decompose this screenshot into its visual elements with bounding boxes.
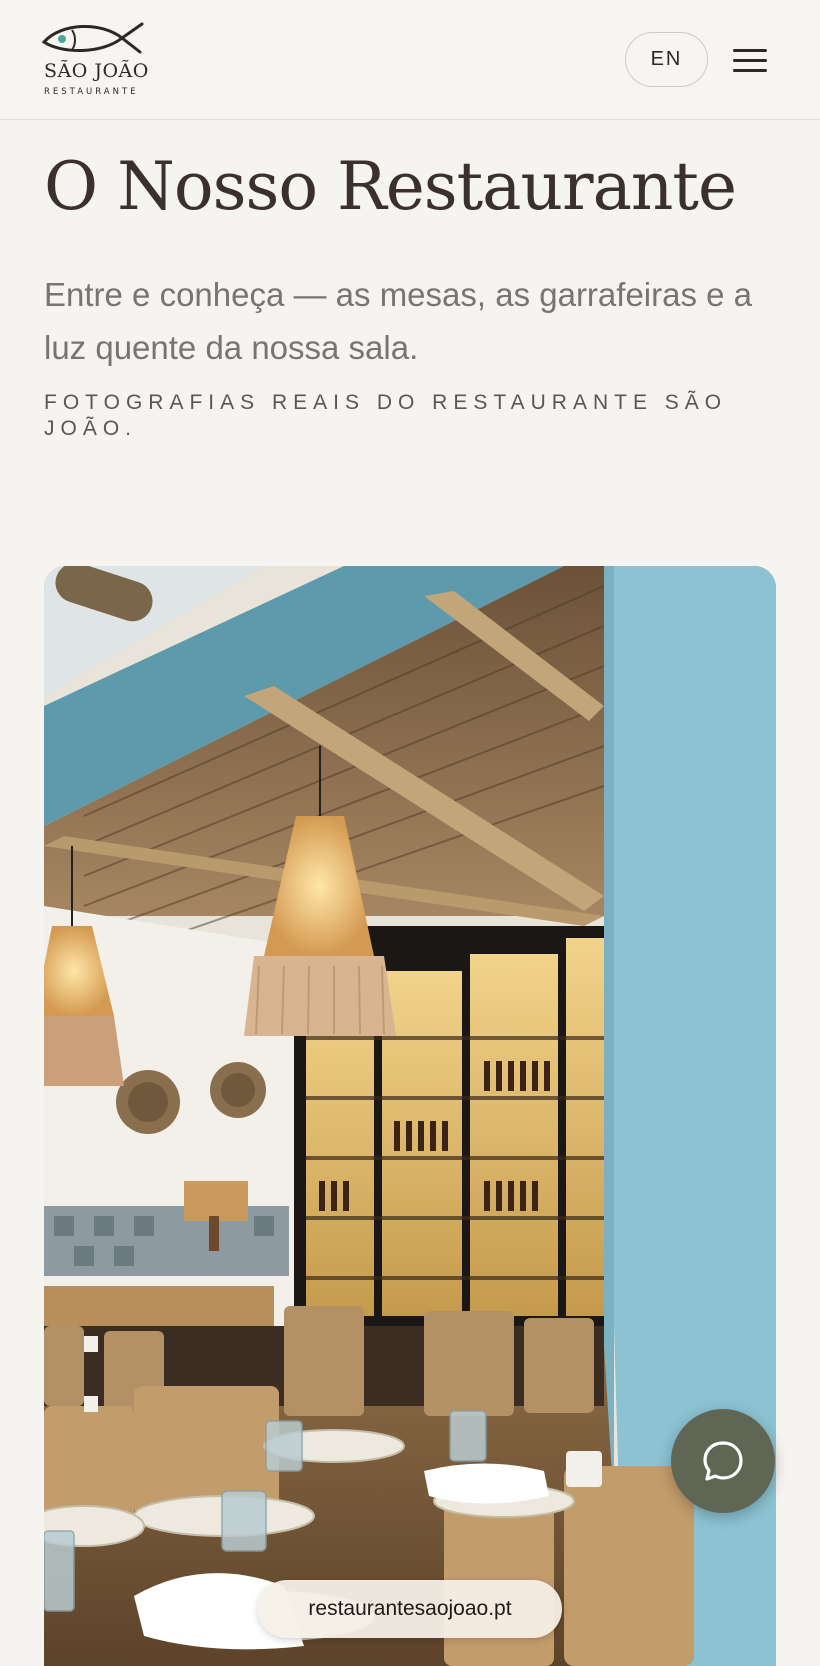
menu-line (733, 58, 767, 62)
site-header: SÃO JOÃO RESTAURANTE EN (0, 0, 820, 120)
menu-line (733, 68, 767, 72)
menu-line (733, 48, 767, 52)
chat-button[interactable] (671, 1409, 775, 1513)
chat-bubble-icon (703, 1441, 743, 1481)
site-logo[interactable]: SÃO JOÃO RESTAURANTE (42, 20, 152, 100)
page-title: O Nosso Restaurante (44, 148, 737, 225)
logo-subtitle: RESTAURANTE (44, 87, 139, 97)
photo-caption: FOTOGRAFIAS REAIS DO RESTAURANTE SÃO JOÃ… (44, 391, 728, 440)
fish-logo-icon (42, 22, 144, 54)
intro-text: Entre e conheça — as mesas, as garrafeir… (44, 276, 753, 366)
hamburger-menu-icon[interactable] (733, 40, 773, 80)
browser-url-bar[interactable]: restaurantesaojoao.pt (258, 1580, 562, 1638)
logo-name: SÃO JOÃO (44, 60, 149, 82)
language-button[interactable]: EN (625, 32, 708, 87)
restaurant-photo (44, 566, 776, 1666)
